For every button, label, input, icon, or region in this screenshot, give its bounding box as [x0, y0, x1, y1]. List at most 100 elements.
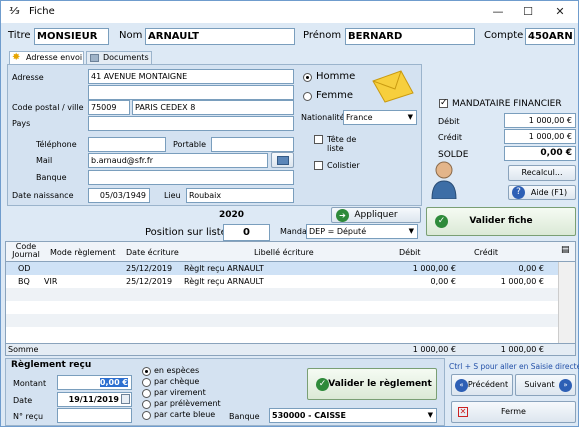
- montant-field[interactable]: 0,00 €: [57, 375, 132, 390]
- option-virement: par virement: [154, 388, 206, 397]
- year-label: 2020: [219, 210, 245, 220]
- calendar-icon[interactable]: [121, 394, 130, 404]
- nationalite-select[interactable]: France ▼: [343, 110, 417, 125]
- homme-label: Homme: [316, 71, 356, 82]
- banque-reglement-label: Banque: [229, 412, 260, 421]
- credit-field: 1 000,00 €: [504, 129, 576, 144]
- adresse-field[interactable]: 41 AVENUE MONTAIGNE: [88, 69, 294, 84]
- pays-field[interactable]: [88, 116, 294, 131]
- tab-label: Adresse envoi: [26, 53, 83, 62]
- position-label: Position sur liste: [145, 227, 227, 238]
- compte-field[interactable]: 450ARN: [525, 28, 575, 45]
- cell-credit: 1 000,00 €: [500, 277, 544, 286]
- tab-documents[interactable]: Documents: [86, 51, 152, 65]
- valider-reglement-button[interactable]: ✓ Valider le règlement: [307, 368, 437, 400]
- aide-button[interactable]: ? Aide (F1): [508, 185, 576, 200]
- col-libelle[interactable]: Libellé écriture: [254, 248, 334, 257]
- col-mode-reglement[interactable]: Mode règlement: [50, 248, 120, 257]
- radio-cheque[interactable]: [142, 378, 151, 387]
- tete-liste-checkbox[interactable]: [314, 135, 323, 144]
- option-especes: en espèces: [154, 366, 200, 375]
- code-postal-field[interactable]: 75009: [88, 100, 130, 115]
- mandataire-label: MANDATAIRE FINANCIER: [452, 99, 562, 109]
- ferme-label: Ferme: [501, 407, 526, 416]
- mandataire-checkbox[interactable]: [439, 98, 448, 108]
- banque-select[interactable]: 530000 - CAISSE ▼: [269, 408, 437, 423]
- radio-virement[interactable]: [142, 389, 151, 398]
- table-row[interactable]: BQ VIR 25/12/2019 Règlt reçu ARNAULT 0,0…: [6, 275, 558, 288]
- title-bar: ⅓ Fiche — ☐ ✕: [1, 1, 578, 23]
- appliquer-button[interactable]: ➔ Appliquer: [331, 207, 421, 223]
- date-label: Date: [13, 396, 33, 405]
- minimize-button[interactable]: —: [487, 3, 509, 21]
- ville-field[interactable]: PARIS CEDEX 8: [132, 100, 294, 115]
- grid-scrollbar[interactable]: [558, 262, 575, 343]
- mandat-select[interactable]: DEP = Député ▼: [306, 224, 418, 239]
- cp-ville-label: Code postal / ville: [12, 103, 84, 112]
- prenom-field[interactable]: BERNARD: [345, 28, 475, 45]
- tab-adresse-envoi[interactable]: ✸ Adresse envoi: [9, 51, 84, 65]
- col-credit[interactable]: Crédit: [474, 248, 504, 257]
- nrecu-field[interactable]: [57, 408, 132, 423]
- tete-liste-label: Tête de liste: [327, 135, 357, 153]
- send-mail-button[interactable]: [271, 152, 294, 168]
- colistier-label: Colistier: [327, 161, 360, 170]
- portable-field[interactable]: [211, 137, 294, 152]
- colistier-checkbox[interactable]: [314, 161, 323, 170]
- suivant-button[interactable]: Suivant »: [515, 374, 576, 396]
- cell-libelle: Règlt reçu ARNAULT: [184, 264, 264, 273]
- chevron-down-icon: ▼: [408, 227, 414, 235]
- recalcul-button[interactable]: Recalcul...: [508, 165, 576, 181]
- pays-label: Pays: [12, 119, 31, 128]
- mail-field[interactable]: b.arnaud@sfr.fr: [88, 153, 268, 168]
- lieu-field[interactable]: Roubaix: [186, 188, 294, 203]
- radio-carte-bleue[interactable]: [142, 411, 151, 420]
- compte-label: Compte: [484, 30, 524, 41]
- cell-credit: 0,00 €: [518, 264, 544, 273]
- help-icon: ?: [512, 186, 525, 199]
- telephone-field[interactable]: [88, 137, 166, 152]
- chevron-right-icon: »: [559, 379, 572, 392]
- cell-libelle: Règlt reçu ARNAULT: [184, 277, 264, 286]
- table-row-empty: [6, 314, 558, 327]
- appliquer-label: Appliquer: [354, 210, 398, 220]
- mail-label: Mail: [36, 156, 53, 165]
- grid-settings-icon[interactable]: ▤: [561, 245, 570, 255]
- col-debit[interactable]: Débit: [399, 248, 429, 257]
- nom-field[interactable]: ARNAULT: [145, 28, 295, 45]
- option-cheque: par chèque: [154, 377, 200, 386]
- date-value: 19/11/2019: [68, 395, 119, 404]
- adresse2-field[interactable]: [88, 85, 294, 100]
- radio-especes[interactable]: [142, 367, 151, 376]
- radio-prelevement[interactable]: [142, 400, 151, 409]
- col-code-journal[interactable]: Code Journal: [8, 243, 44, 259]
- ferme-button[interactable]: ✕ Ferme: [451, 401, 576, 423]
- portable-label: Portable: [173, 140, 206, 149]
- checkmark-icon: ✓: [435, 215, 448, 228]
- banque-field[interactable]: [88, 170, 294, 185]
- close-button[interactable]: ✕: [549, 3, 571, 21]
- naissance-field[interactable]: 05/03/1949: [88, 188, 150, 203]
- telephone-label: Téléphone: [36, 140, 77, 149]
- homme-radio[interactable]: [303, 73, 312, 82]
- table-row[interactable]: OD 25/12/2019 Règlt reçu ARNAULT 1 000,0…: [6, 262, 558, 275]
- window-title: Fiche: [29, 6, 55, 17]
- titre-field[interactable]: MONSIEUR: [34, 28, 109, 45]
- femme-radio[interactable]: [303, 92, 312, 101]
- grid-header: Code Journal Mode règlement Date écritur…: [6, 242, 575, 262]
- valider-reglement-label: Valider le règlement: [328, 379, 432, 389]
- date-field[interactable]: 19/11/2019: [57, 392, 132, 407]
- col-date-ecriture[interactable]: Date écriture: [126, 248, 186, 257]
- saisie-hint: Ctrl + S pour aller en Saisie directe: [449, 362, 579, 371]
- option-carte-bleue: par carte bleue: [154, 410, 216, 419]
- nom-label: Nom: [119, 30, 143, 41]
- maximize-button[interactable]: ☐: [517, 3, 539, 21]
- aide-label: Aide (F1): [530, 188, 568, 197]
- position-field[interactable]: 0: [223, 224, 270, 241]
- nationalite-label: Nationalité: [301, 113, 345, 122]
- nationalite-value: France: [346, 113, 373, 122]
- precedent-button[interactable]: « Précédent: [451, 374, 513, 396]
- valider-fiche-button[interactable]: ✓ Valider fiche: [426, 207, 576, 236]
- chevron-left-icon: «: [455, 379, 468, 392]
- user-avatar-icon: [431, 161, 457, 199]
